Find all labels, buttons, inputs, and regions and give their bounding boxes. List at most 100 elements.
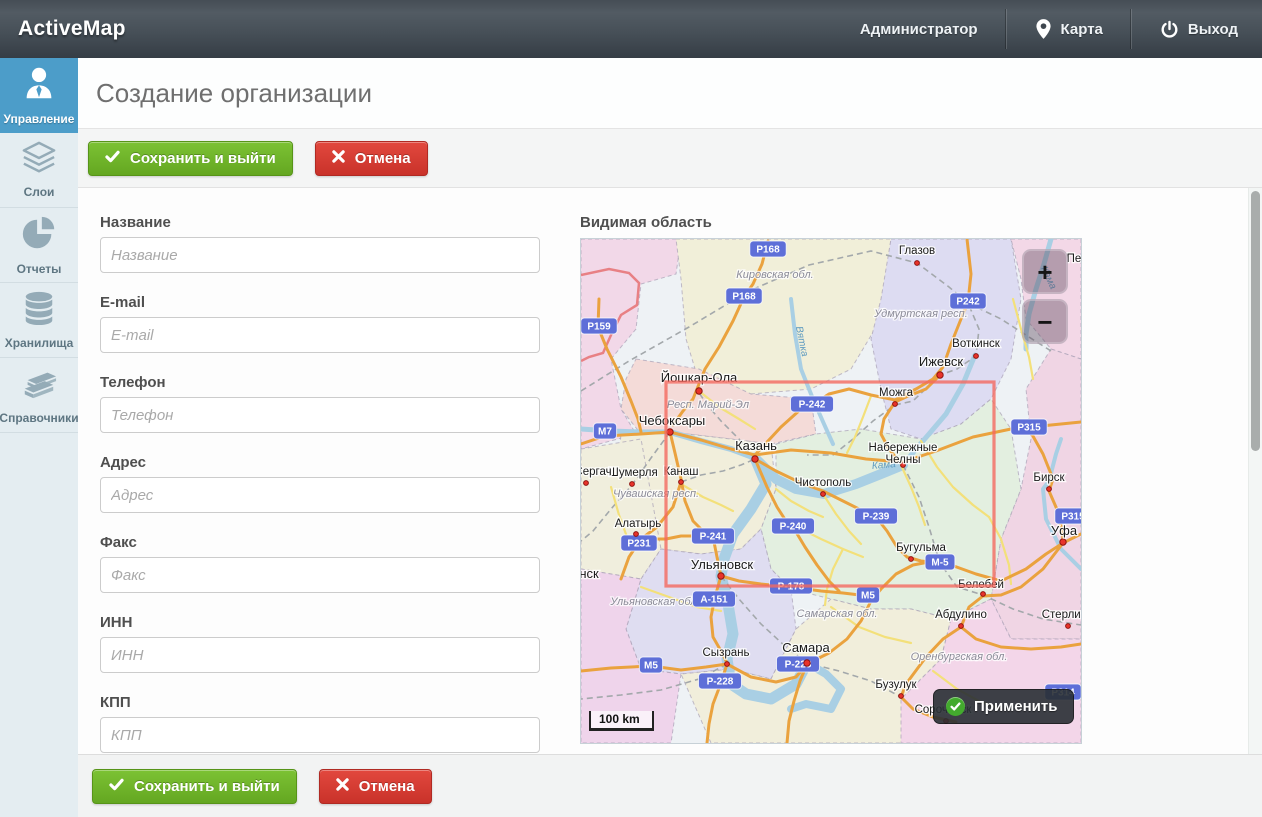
map-link[interactable]: Карта bbox=[1007, 0, 1131, 58]
field-kpp: КПП bbox=[100, 694, 540, 753]
field-fax: Факс bbox=[100, 534, 540, 593]
map-zoom-control: + − bbox=[1022, 249, 1068, 344]
sidebar-item-layers[interactable]: Слои bbox=[0, 133, 78, 208]
map-city-dot bbox=[821, 492, 826, 497]
map-city-dot bbox=[696, 388, 702, 394]
map-road-shield-label: Р315 bbox=[1017, 423, 1041, 434]
map-canvas[interactable]: + − 100 km Применить Кировская обл.Удмур… bbox=[580, 238, 1082, 744]
map-area-label: Кировская обл. bbox=[736, 269, 813, 281]
map-city-label: Ульяновск bbox=[691, 557, 753, 572]
sidebar-item-reports[interactable]: Отчеты bbox=[0, 208, 78, 283]
map-city-label: Самара bbox=[782, 640, 830, 655]
map-road-shield-label: М5 bbox=[644, 661, 658, 672]
map-city-label: Казань bbox=[735, 438, 777, 453]
sidebar-item-label: Хранилища bbox=[5, 336, 74, 350]
map-road-shield-label: Р315 bbox=[1061, 512, 1081, 523]
map-city-label: Алатырь bbox=[615, 518, 661, 530]
map-city-label: Бугульма bbox=[896, 542, 946, 554]
map-road-shield-label: Р-239 bbox=[863, 512, 890, 523]
check-icon bbox=[105, 150, 120, 167]
apply-button[interactable]: Применить bbox=[933, 689, 1074, 724]
map-city-dot bbox=[909, 557, 914, 562]
vertical-scrollbar[interactable] bbox=[1248, 188, 1262, 754]
map-city-dot bbox=[959, 624, 964, 629]
map-city-label: Шумерля bbox=[608, 467, 657, 479]
map-city-label: Глазов bbox=[899, 245, 935, 257]
field-inn: ИНН bbox=[100, 614, 540, 673]
kpp-label: КПП bbox=[100, 694, 540, 711]
map-city-label: Ижевск bbox=[919, 354, 964, 369]
zoom-out-button[interactable]: − bbox=[1022, 299, 1068, 344]
x-icon bbox=[332, 150, 345, 167]
map-city-dot bbox=[634, 532, 639, 537]
save-and-exit-button[interactable]: Сохранить и выйти bbox=[88, 141, 293, 176]
map-city-label: Стерлита bbox=[1042, 609, 1081, 621]
map-road-shield-label: Р-240 bbox=[780, 522, 807, 533]
books-icon bbox=[20, 365, 58, 406]
sidebar: УправлениеСлоиОтчеты Хранилища Справочники bbox=[0, 58, 78, 817]
map-area-label: Ульяновская обл. bbox=[609, 596, 699, 608]
fax-input[interactable] bbox=[100, 557, 540, 593]
field-phone: Телефон bbox=[100, 374, 540, 433]
cancel-button[interactable]: Отмена bbox=[315, 141, 428, 176]
map-area-label: Чувашская респ. bbox=[613, 488, 699, 500]
map-city-label: Пе bbox=[1067, 253, 1081, 265]
map-city-label: Чистополь bbox=[795, 477, 851, 489]
apply-label: Применить bbox=[974, 698, 1057, 715]
page-title: Создание организации bbox=[96, 78, 372, 109]
address-input[interactable] bbox=[100, 477, 540, 513]
map-area-label: Респ. Марий-Эл bbox=[667, 399, 749, 411]
inn-input[interactable] bbox=[100, 637, 540, 673]
visible-area-section: Видимая область + − 100 km Применить Кир… bbox=[580, 214, 1082, 754]
map-road-shield-label: Р168 bbox=[756, 245, 780, 256]
visible-area-label: Видимая область bbox=[580, 214, 1082, 231]
app-logo: ActiveMap bbox=[0, 17, 126, 41]
map-road-shield-label: М-5 bbox=[931, 558, 949, 569]
map-image: Кировская обл.Удмуртская респ.Респ. Мари… bbox=[581, 239, 1081, 743]
map-area-label: Оренбургская обл. bbox=[911, 651, 1008, 663]
map-city-dot bbox=[893, 402, 898, 407]
map-city-dot bbox=[915, 261, 920, 266]
phone-input[interactable] bbox=[100, 397, 540, 433]
map-city-label: Канаш bbox=[663, 466, 698, 478]
map-road-shield-label: Р231 bbox=[627, 539, 651, 550]
cancel-label: Отмена bbox=[355, 150, 411, 167]
location-pin-icon bbox=[1035, 18, 1052, 40]
map-city-dot bbox=[974, 354, 979, 359]
top-bar: ActiveMap Администратор Карта Выход bbox=[0, 0, 1262, 58]
map-city-dot bbox=[981, 592, 986, 597]
user-menu[interactable]: Администратор bbox=[832, 0, 1006, 58]
sidebar-item-storages[interactable]: Хранилища bbox=[0, 283, 78, 358]
sidebar-item-directories[interactable]: Справочники bbox=[0, 358, 78, 433]
map-city-label: Чебоксары bbox=[639, 413, 706, 428]
main-area: Создание организации Сохранить и выйти О… bbox=[78, 58, 1262, 817]
email-input[interactable] bbox=[100, 317, 540, 353]
sidebar-item-management[interactable]: Управление bbox=[0, 58, 78, 133]
map-scale-bar: 100 km bbox=[589, 711, 654, 731]
zoom-in-button[interactable]: + bbox=[1022, 249, 1068, 294]
map-city-label: Бузулук bbox=[875, 679, 917, 691]
save-and-exit-button-bottom[interactable]: Сохранить и выйти bbox=[92, 769, 297, 804]
map-city-dot bbox=[752, 456, 758, 462]
scrollbar-thumb[interactable] bbox=[1251, 191, 1260, 451]
user-name-label: Администратор bbox=[860, 21, 978, 38]
name-input[interactable] bbox=[100, 237, 540, 273]
database-icon bbox=[20, 290, 58, 331]
field-address: Адрес bbox=[100, 454, 540, 513]
map-link-label: Карта bbox=[1061, 21, 1103, 38]
x-icon bbox=[336, 778, 349, 795]
logout-button[interactable]: Выход bbox=[1132, 0, 1262, 58]
address-label: Адрес bbox=[100, 454, 540, 471]
map-city-dot bbox=[718, 573, 724, 579]
map-road-shield-label: Р-228 bbox=[707, 677, 734, 688]
phone-label: Телефон bbox=[100, 374, 540, 391]
user-icon bbox=[20, 64, 58, 107]
map-city-label: Сергач bbox=[581, 466, 612, 478]
layers-icon bbox=[20, 141, 58, 180]
cancel-button-bottom[interactable]: Отмена bbox=[319, 769, 432, 804]
kpp-input[interactable] bbox=[100, 717, 540, 753]
check-circle-icon bbox=[946, 697, 965, 716]
map-road-shield-label: Р168 bbox=[732, 292, 756, 303]
map-city-dot bbox=[679, 480, 684, 485]
field-name: Название bbox=[100, 214, 540, 273]
